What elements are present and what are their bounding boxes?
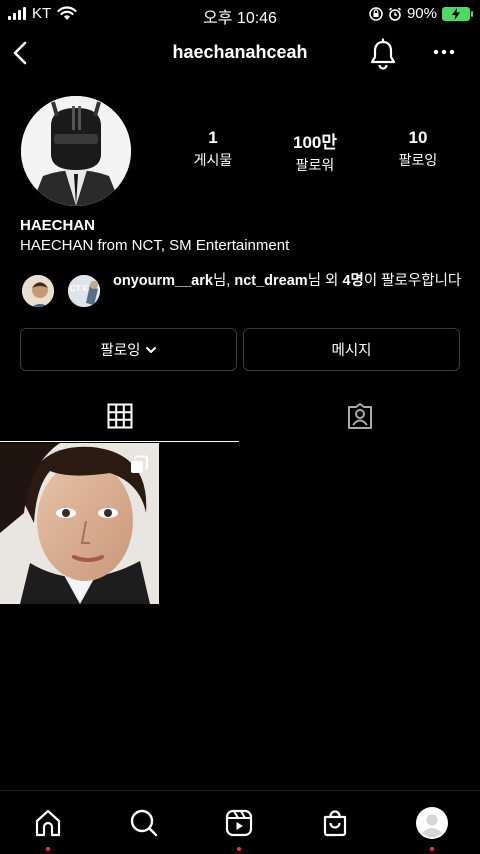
- bottom-tab-bar: [0, 790, 480, 854]
- mutual-user-2[interactable]: nct_dream: [234, 273, 307, 289]
- orientation-lock-icon: [369, 6, 383, 21]
- reels-icon: [225, 809, 253, 837]
- mutual-sep-1: 님,: [212, 273, 235, 289]
- stat-followers-label: 팔로워: [295, 157, 335, 173]
- grid-icon: [107, 403, 132, 429]
- mutual-sep-2: 님 외: [307, 273, 343, 289]
- nav-search[interactable]: [124, 803, 164, 843]
- mutual-user-1[interactable]: onyourm__ark: [113, 273, 213, 289]
- post-thumbnail[interactable]: [0, 443, 159, 604]
- profile-username: haechanahceah: [172, 42, 308, 62]
- stat-followers[interactable]: 100만 팔로워: [255, 128, 375, 175]
- profile-notification-dot: [430, 847, 434, 851]
- following-button-label: 팔로잉: [100, 343, 141, 359]
- stat-following-label: 팔로잉: [398, 152, 438, 168]
- profile-avatar[interactable]: [21, 96, 131, 206]
- mutual-follower-avatars[interactable]: CT EAM: [20, 273, 104, 311]
- search-icon: [130, 809, 158, 837]
- stat-followers-value: 100만: [292, 133, 337, 152]
- active-tab-indicator: [0, 441, 239, 442]
- mutual-tail: 이 팔로우합니다: [363, 273, 462, 289]
- battery-percent: 90%: [406, 5, 437, 22]
- stat-following[interactable]: 10 팔로잉: [358, 128, 478, 170]
- home-notification-dot: [46, 847, 50, 851]
- avatar: CT EAM: [66, 273, 102, 309]
- chevron-down-icon: [145, 346, 156, 353]
- more-horizontal-icon[interactable]: [430, 44, 458, 60]
- status-right: 90%: [369, 5, 473, 22]
- mutual-count: 4명: [342, 273, 364, 289]
- battery-icon: [442, 6, 473, 21]
- profile-bio: HAECHAN from NCT, SM Entertainment: [20, 237, 290, 254]
- profile-avatar-icon: [416, 807, 448, 839]
- profile-header: haechanahceah: [0, 36, 480, 72]
- profile-name: HAECHAN: [20, 217, 95, 234]
- status-bar: KT 오후 10:46 90%: [0, 0, 480, 28]
- alarm-icon: [388, 7, 402, 21]
- nav-reels[interactable]: [219, 803, 259, 843]
- following-button[interactable]: 팔로잉: [20, 328, 237, 371]
- message-button-label: 메시지: [331, 343, 372, 359]
- message-button[interactable]: 메시지: [243, 328, 460, 371]
- bell-icon[interactable]: [368, 38, 398, 70]
- shop-bag-icon: [323, 810, 347, 837]
- nav-shop[interactable]: [315, 803, 355, 843]
- nav-profile[interactable]: [412, 803, 452, 843]
- stat-following-value: 10: [408, 128, 428, 147]
- avatar: [20, 273, 56, 309]
- tagged-person-icon: [348, 403, 372, 429]
- tab-tagged[interactable]: [240, 398, 480, 434]
- reels-notification-dot: [237, 847, 241, 851]
- tab-grid[interactable]: [0, 398, 239, 434]
- multiple-posts-icon: [131, 455, 148, 473]
- nav-home[interactable]: [28, 803, 68, 843]
- home-icon: [35, 809, 61, 837]
- mutual-followers-text[interactable]: onyourm__ark님, nct_dream님 외 4명이 팔로우합니다: [113, 271, 468, 291]
